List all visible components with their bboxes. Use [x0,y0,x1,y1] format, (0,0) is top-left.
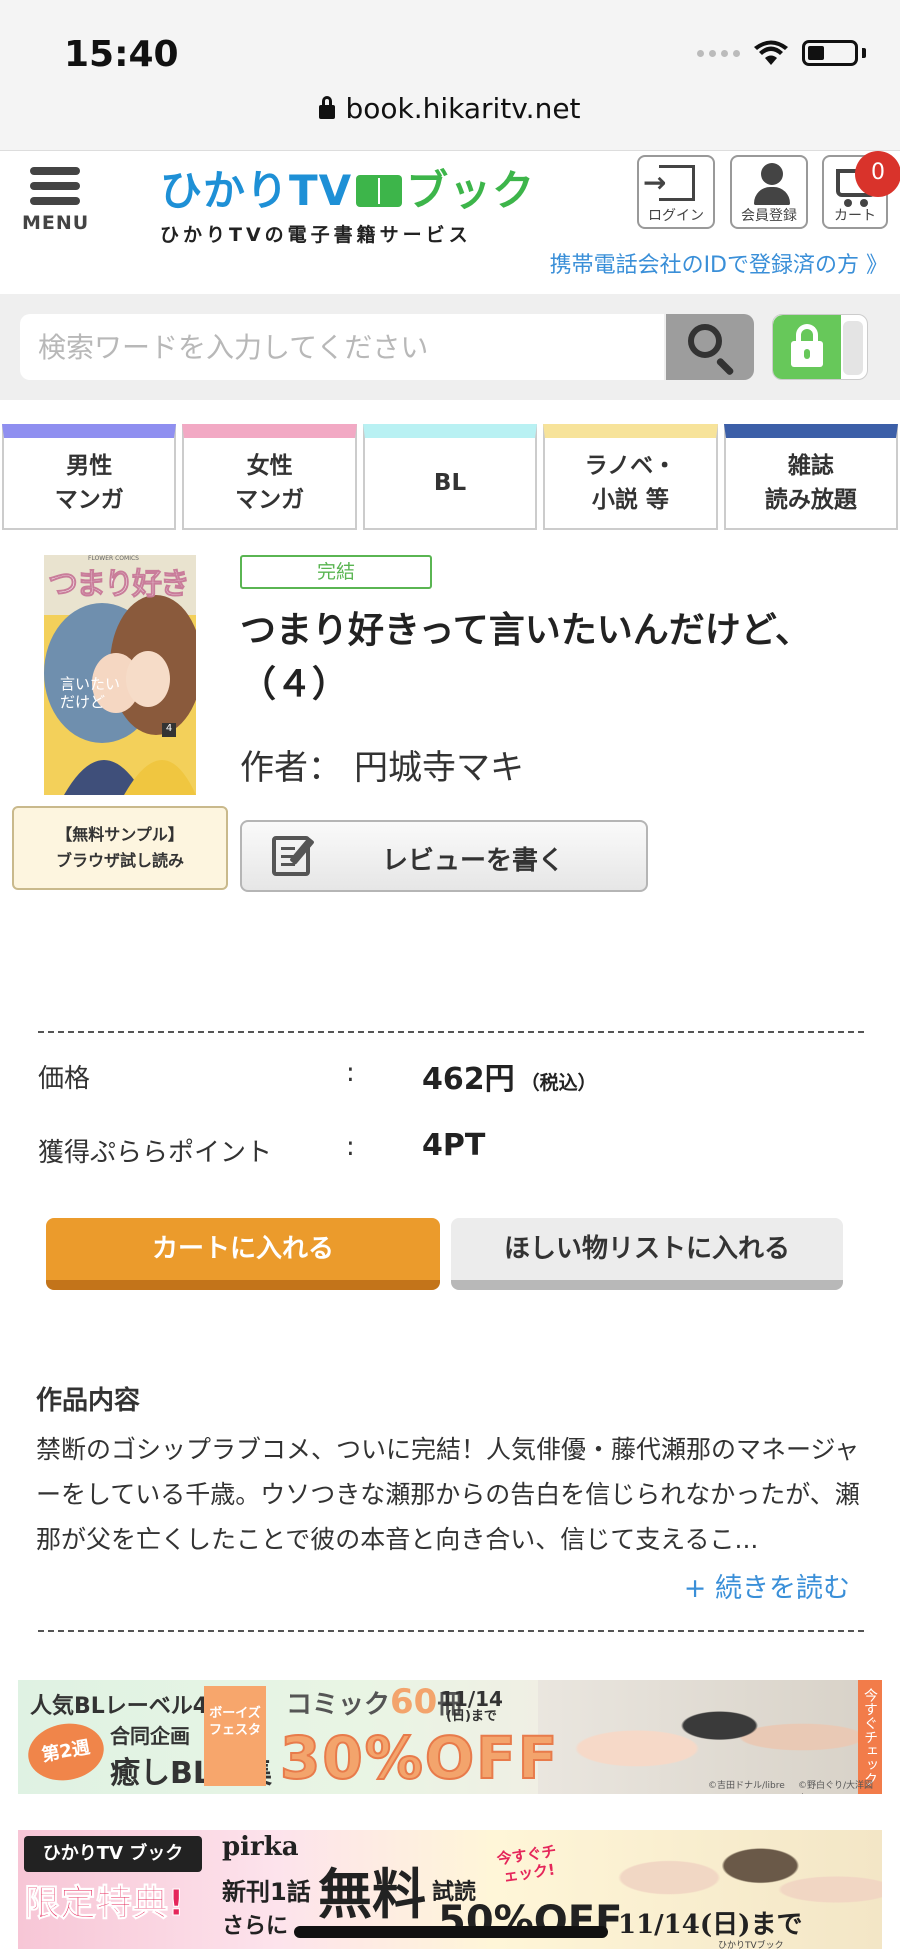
banner1-credit-1: ©吉田ドナル/libre [708,1781,785,1791]
add-to-wishlist-button[interactable]: ほしい物リストに入れる [451,1218,843,1290]
hamburger-icon [30,167,80,175]
comic-count: コミック60冊 [286,1682,464,1722]
logo-subtitle: ひかりTVの電子書籍サービス [160,224,472,246]
tax-note: （税込） [520,1072,597,1094]
tab-light-novel[interactable]: ラノベ・ 小説 等 [543,424,718,530]
read-more-link[interactable]: + 続きを読む [684,1566,850,1605]
banner2-brand: ひかりTV ブック [24,1836,202,1872]
url-text: book.hikaritv.net [345,92,581,125]
cart-count-badge: 0 [855,151,900,197]
tab-womens-manga[interactable]: 女性 マンガ [182,424,357,530]
price-value-wrap: 462円 （税込） [422,1054,597,1098]
sample-label-line1: 【無料サンプル】 [56,825,184,845]
banner2-new-episode: 新刊1話 [222,1878,311,1906]
search-icon [688,324,722,358]
banner1-cta[interactable]: 今すぐチェック [858,1680,882,1794]
url-bar[interactable]: book.hikaritv.net [0,92,900,125]
user-icon [754,163,790,205]
banner1-date: 11/14 (日)まで [440,1687,503,1724]
wifi-icon [754,40,788,65]
book-title: つまり好きって言いたいんだけど、（４） [240,610,811,705]
logo-book-text: ブック [406,166,536,215]
points-colon: : [346,1132,355,1162]
cover-title-text: つまり好き [48,567,191,603]
status-icons [697,40,866,66]
author-name[interactable]: 円城寺マキ [354,748,524,788]
site-header: MENU ひかりTV ブック ひかりTVの電子書籍サービス ログイン 会員登録 カ… [0,150,900,290]
menu-label: MENU [22,212,90,234]
book-icon [356,175,403,207]
divider [38,1031,864,1033]
carrier-id-login-link[interactable]: 携帯電話会社のIDで登録済の方 》 [550,247,888,279]
battery-icon [802,40,858,66]
price-colon: : [346,1058,355,1088]
sample-label-line2: ブラウザ試し読み [55,851,184,870]
free-sample-button[interactable]: 【無料サンプル】 ブラウザ試し読み [12,806,228,890]
register-button[interactable]: 会員登録 [730,155,808,229]
login-icon [643,165,695,201]
lock-icon [319,96,336,119]
padlock-icon [791,324,823,367]
bl-campaign-banner[interactable]: 人気BLレーベル4社 合同企画 第2週 癒しBL特集 ボーイズフェスタ コミック… [18,1680,882,1794]
search-button[interactable] [666,314,754,380]
author-line: 作者： 円城寺マキ [240,740,524,789]
banner2-more: さらに [222,1914,289,1939]
tab-mens-manga[interactable]: 男性 マンガ [2,424,177,530]
price-label: 価格 [38,1064,91,1094]
description-heading: 作品内容 [36,1386,141,1416]
banner1-line2: 合同企画 [110,1724,190,1748]
completed-badge: 完結 [240,555,432,589]
write-review-button[interactable]: レビューを書く [240,820,648,892]
status-bar: 15:40 book.hikaritv.net [0,0,900,150]
points-value: 4PT [422,1128,486,1163]
parental-lock-toggle[interactable] [772,314,868,380]
banner1-credit-2: ©野白ぐり/大洋図書 [798,1781,874,1791]
festa-label: ボーイズフェスタ [204,1686,266,1786]
banner2-limited: 限定特典! [23,1883,185,1925]
banner2-credit: ひかりTVブック [718,1941,784,1949]
add-to-cart-button[interactable]: カートに入れる [46,1218,440,1290]
points-row: 獲得ぷららポイント : 4PT [38,1128,864,1172]
tab-magazine[interactable]: 雑誌 読み放題 [723,424,899,530]
week-badge: 第2週 [23,1717,109,1787]
search-area [0,294,900,400]
category-tabs: 男性 マンガ 女性 マンガ BL ラノベ・ 小説 等 雑誌 読み放題 [0,424,900,530]
banner2-date: 11/14(日)まで [618,1910,803,1940]
description-text: 禁断のゴシップラブコメ、ついに完結！人気俳優・藤代瀬那のマネージャーをしている千… [36,1435,860,1554]
search-input[interactable] [20,314,664,380]
edit-icon [272,836,310,876]
price-row: 価格 : 462円 （税込） [38,1058,864,1098]
review-label: レビューを書く [382,846,565,876]
divider [38,1630,864,1632]
banner2-free: 無料 [318,1863,426,1926]
points-label: 獲得ぷららポイント [38,1138,273,1168]
cover-label-text: FLOWER COMICS [88,555,139,562]
cart-label: カート [834,208,876,224]
site-logo[interactable]: ひかりTV ブック ひかりTVの電子書籍サービス [160,157,535,247]
banner2-cta[interactable]: 今すぐチェック! [491,1841,568,1902]
description-fade [36,1564,456,1609]
cover-sub-text: 言いたいだけど [60,675,121,711]
cover-volume: 4 [165,723,173,734]
status-time: 15:40 [64,34,179,75]
banner-illustration [538,1680,868,1794]
menu-button[interactable]: MENU [22,167,88,234]
logo-main-text: ひかりTV [160,166,353,215]
banner1-discount: 30%OFF [279,1723,560,1793]
login-button[interactable]: ログイン [637,155,715,229]
signal-icon [697,49,740,57]
book-cover-image[interactable]: つまり好き 言いたいだけど FLOWER COMICS 4 [44,555,196,795]
author-label: 作者： [240,748,342,788]
pirka-logo: pirka [222,1832,299,1862]
price-value: 462円 [422,1062,515,1097]
home-indicator[interactable] [294,1926,608,1938]
tab-bl[interactable]: BL [362,424,538,530]
register-label: 会員登録 [741,208,797,224]
banner1-line1: 人気BLレーベル4社 [30,1694,231,1719]
login-label: ログイン [648,208,704,224]
